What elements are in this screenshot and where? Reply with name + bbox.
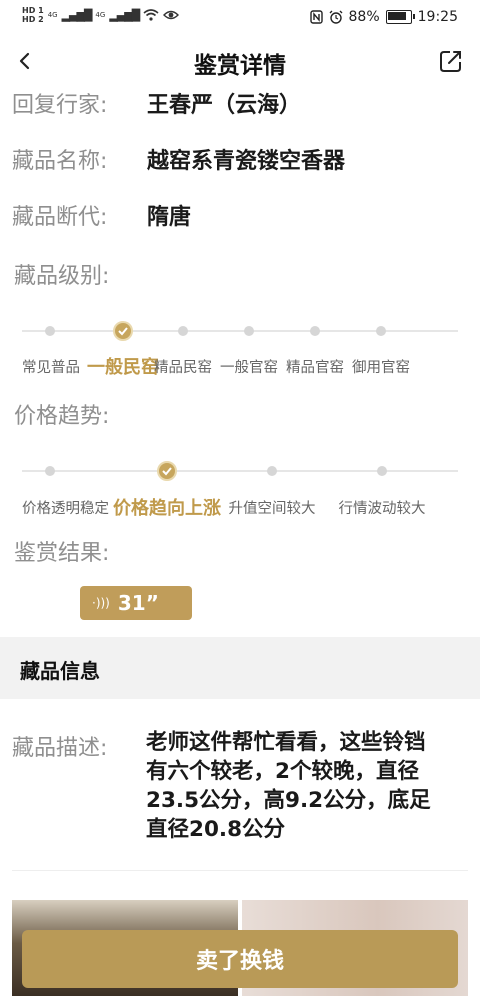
dynasty-row: 藏品断代: 隋唐	[12, 199, 191, 231]
appraiser-row: 回复行家: 王春严（云海）	[12, 87, 301, 119]
grade-option: 一般官窑	[220, 360, 278, 376]
description-label: 藏品描述:	[12, 736, 108, 761]
trend-dot-selected	[157, 461, 177, 481]
grade-label: 藏品级别:	[14, 264, 110, 289]
voice-duration: 31”	[117, 591, 159, 615]
hd1-label: HD 1	[22, 6, 44, 15]
net2-label: 4G	[95, 11, 106, 19]
trend-option: 价格趋向上涨	[113, 498, 221, 519]
check-icon	[162, 467, 172, 476]
top-app-bar: 鉴赏详情	[0, 40, 480, 84]
sell-button[interactable]: 卖了换钱	[22, 930, 458, 988]
divider	[12, 870, 468, 871]
item-name-row: 藏品名称: 越窑系青瓷镂空香器	[12, 143, 345, 175]
trend-dot	[377, 466, 387, 476]
check-icon	[118, 327, 128, 336]
grade-option: 常见普品	[22, 360, 80, 376]
wifi-icon	[143, 9, 159, 21]
grade-dot	[244, 326, 254, 336]
page-title: 鉴赏详情	[194, 53, 286, 79]
sound-wave-icon: ·)))	[92, 596, 110, 610]
grade-dot	[376, 326, 386, 336]
trend-dot	[267, 466, 277, 476]
status-bar: HD 1 HD 2 4G ▂▄▆█ 4G ▂▄▆█ 88% 19:25	[0, 0, 480, 36]
grade-dot	[310, 326, 320, 336]
eye-icon	[163, 10, 180, 20]
grade-dot-selected	[113, 321, 133, 341]
trend-track	[22, 470, 458, 472]
grade-dot	[178, 326, 188, 336]
dynasty-value: 隋唐	[147, 205, 192, 230]
dynasty-label: 藏品断代:	[12, 205, 108, 230]
grade-track	[22, 330, 458, 332]
item-name-value: 越窑系青瓷镂空香器	[147, 149, 346, 174]
clock: 19:25	[417, 9, 458, 25]
signal-icon-2: ▂▄▆█	[109, 8, 140, 22]
appraiser-value: 王春严（云海）	[147, 93, 302, 118]
status-right: 88% 19:25	[309, 9, 458, 25]
battery-icon	[385, 10, 415, 24]
grade-option: 御用官窑	[352, 360, 410, 376]
description-text: 老师这件帮忙看看，这些铃铛有六个较老，2个较晚，直径23.5公分，高9.2公分，…	[146, 730, 431, 842]
net1-label: 4G	[47, 11, 58, 19]
trend-dot	[45, 466, 55, 476]
grade-dot	[45, 326, 55, 336]
trend-option: 价格透明稳定	[22, 501, 109, 517]
trend-label: 价格趋势:	[14, 404, 110, 429]
trend-option: 升值空间较大	[228, 501, 316, 517]
status-left: HD 1 HD 2 4G ▂▄▆█ 4G ▂▄▆█	[22, 6, 180, 24]
grade-option: 精品民窑	[154, 360, 212, 376]
result-label: 鉴赏结果:	[14, 541, 110, 566]
info-section-header: 藏品信息	[0, 637, 480, 699]
grade-option: 一般民窑	[87, 357, 159, 378]
item-name-label: 藏品名称:	[12, 149, 108, 174]
appraiser-label: 回复行家:	[12, 93, 108, 118]
grade-option: 精品官窑	[286, 360, 344, 376]
hd2-label: HD 2	[22, 15, 44, 24]
signal-icon: ▂▄▆█	[61, 8, 93, 22]
alarm-icon	[329, 10, 343, 24]
info-section-title: 藏品信息	[20, 659, 100, 683]
share-icon[interactable]	[436, 46, 466, 76]
nfc-icon	[309, 10, 323, 24]
trend-option: 行情波动较大	[338, 501, 426, 517]
battery-fill	[387, 12, 406, 20]
hd-indicator: HD 1 HD 2	[22, 6, 44, 24]
battery-percent: 88%	[348, 9, 380, 25]
voice-message-button[interactable]: ·))) 31”	[80, 586, 192, 620]
